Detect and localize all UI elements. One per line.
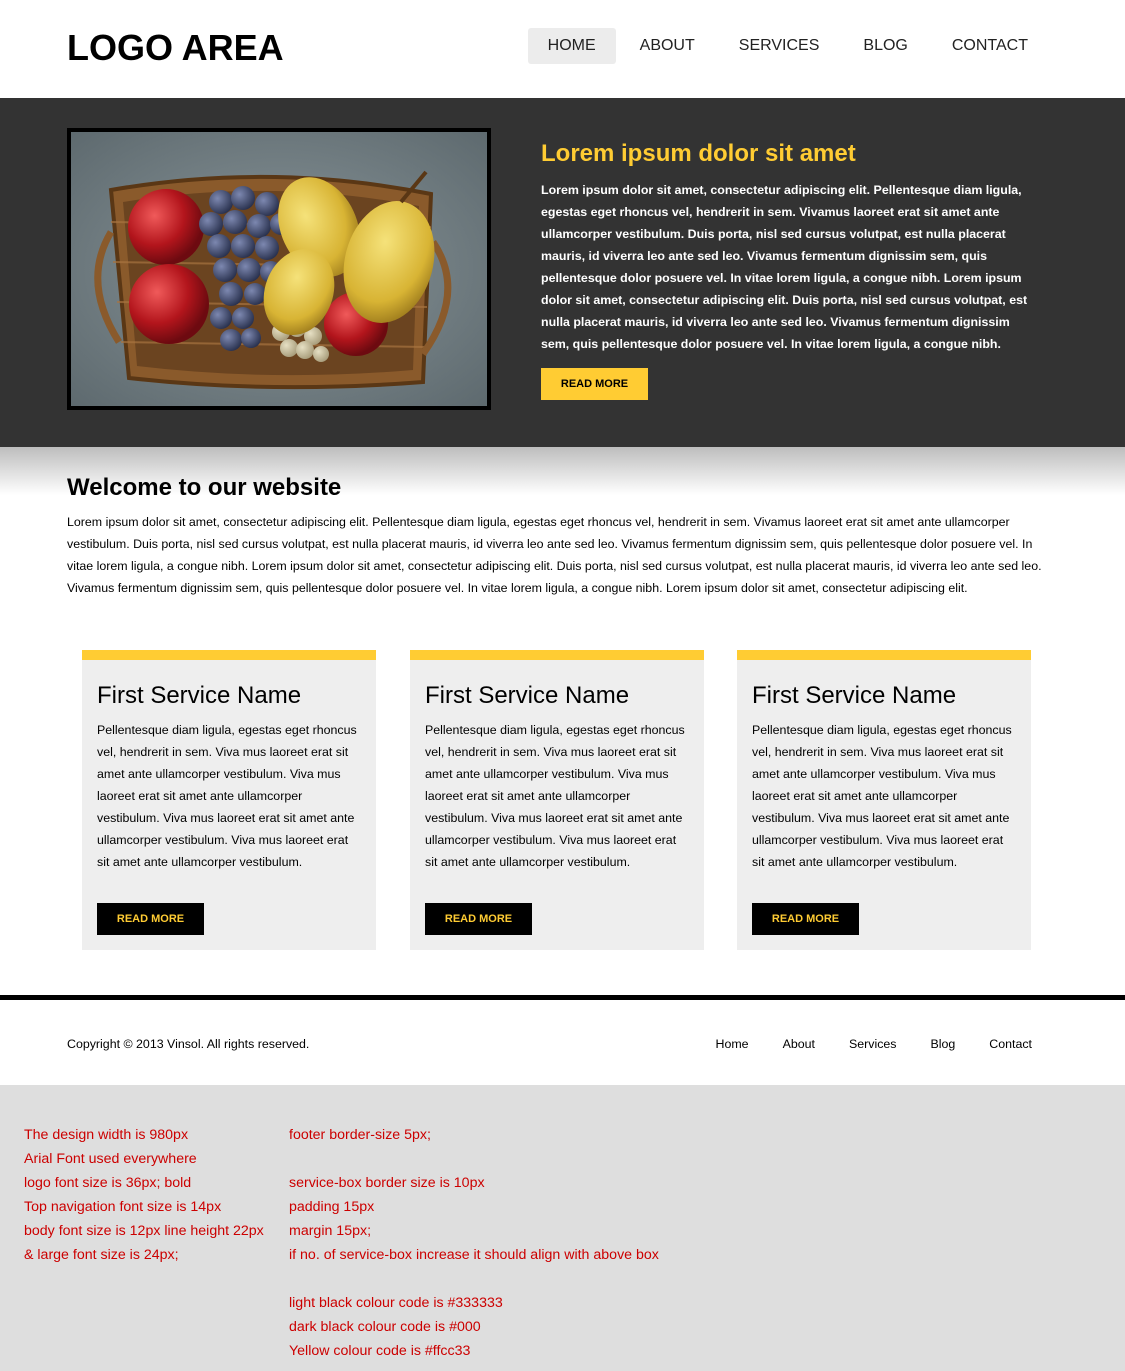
nav-item-about[interactable]: ABOUT: [620, 28, 715, 64]
welcome-text: Lorem ipsum dolor sit amet, consectetur …: [67, 515, 1042, 595]
note-line: [289, 1267, 659, 1291]
welcome-title: Welcome to our website: [67, 474, 342, 501]
fruit-basket-image: [67, 128, 491, 410]
design-notes-left: The design width is 980px Arial Font use…: [24, 1123, 264, 1267]
footer-link-contact[interactable]: Contact: [989, 1037, 1032, 1051]
nav-item-home[interactable]: HOME: [527, 28, 616, 64]
note-line: Top navigation font size is 14px: [24, 1199, 222, 1215]
note-line: Yellow colour code is #ffcc33: [289, 1343, 471, 1359]
fruit-basket-illustration: [71, 132, 487, 406]
footer-link-services[interactable]: Services: [849, 1037, 897, 1051]
top-navigation: HOME ABOUT SERVICES BLOG CONTACT: [524, 28, 1048, 64]
service-read-more-button[interactable]: READ MORE: [752, 903, 859, 935]
site-footer: Copyright © 2013 Vinsol. All rights rese…: [0, 995, 1125, 1085]
note-line: margin 15px;: [289, 1223, 372, 1239]
service-box-1: First Service Name Pellentesque diam lig…: [82, 650, 376, 950]
footer-link-blog[interactable]: Blog: [930, 1037, 955, 1051]
design-notes-right: footer border-size 5px; service-box bord…: [289, 1123, 659, 1363]
note-line: if no. of service-box increase it should…: [289, 1247, 659, 1263]
site-header: LOGO AREA HOME ABOUT SERVICES BLOG CONTA…: [0, 0, 1125, 98]
footer-link-home[interactable]: Home: [716, 1037, 749, 1051]
service-read-more-button[interactable]: READ MORE: [97, 903, 204, 935]
service-read-more-button[interactable]: READ MORE: [425, 903, 532, 935]
note-line: & large font size is 24px;: [24, 1247, 179, 1263]
note-line: body font size is 12px line height 22px: [24, 1223, 264, 1239]
note-line: footer border-size 5px;: [289, 1127, 431, 1143]
service-text: Pellentesque diam ligula, egestas eget r…: [97, 723, 357, 869]
hero-text: Lorem ipsum dolor sit amet, consectetur …: [541, 183, 1028, 351]
service-name: First Service Name: [425, 682, 630, 709]
hero-read-more-button[interactable]: READ MORE: [541, 368, 648, 400]
note-line: dark black colour code is #000: [289, 1319, 481, 1335]
nav-item-blog[interactable]: BLOG: [843, 28, 927, 64]
service-name: First Service Name: [752, 682, 957, 709]
copyright-text: Copyright © 2013 Vinsol. All rights rese…: [67, 1037, 310, 1051]
footer-navigation: Home About Services Blog Contact: [682, 1037, 1032, 1051]
service-box-3: First Service Name Pellentesque diam lig…: [737, 650, 1031, 950]
service-text: Pellentesque diam ligula, egestas eget r…: [425, 723, 685, 869]
footer-link-about[interactable]: About: [783, 1037, 815, 1051]
note-line: [289, 1147, 659, 1171]
service-box-2: First Service Name Pellentesque diam lig…: [410, 650, 704, 950]
note-line: Arial Font used everywhere: [24, 1151, 197, 1167]
hero-banner: Lorem ipsum dolor sit amet Lorem ipsum d…: [0, 98, 1125, 447]
logo[interactable]: LOGO AREA: [67, 28, 284, 68]
nav-item-services[interactable]: SERVICES: [719, 28, 840, 64]
note-line: logo font size is 36px; bold: [24, 1175, 192, 1191]
service-text: Pellentesque diam ligula, egestas eget r…: [752, 723, 1012, 869]
design-notes: The design width is 980px Arial Font use…: [0, 1085, 1125, 1371]
hero-title: Lorem ipsum dolor sit amet: [541, 140, 856, 167]
note-line: light black colour code is #333333: [289, 1295, 503, 1311]
nav-item-contact[interactable]: CONTACT: [932, 28, 1048, 64]
note-line: service-box border size is 10px: [289, 1175, 485, 1191]
note-line: padding 15px: [289, 1199, 375, 1215]
note-line: The design width is 980px: [24, 1127, 189, 1143]
service-name: First Service Name: [97, 682, 302, 709]
